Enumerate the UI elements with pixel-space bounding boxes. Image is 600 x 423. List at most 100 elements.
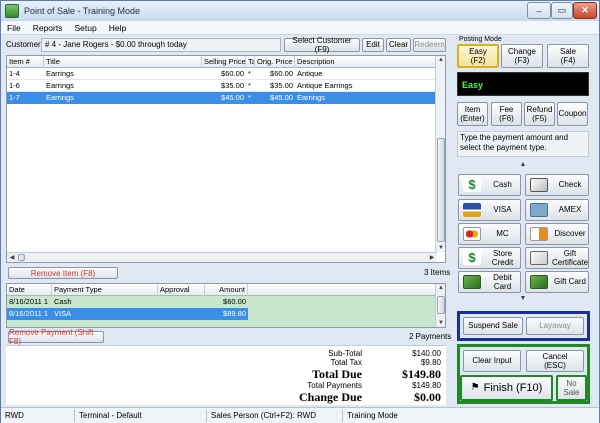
dollar-icon: $ xyxy=(463,251,481,265)
item-price: $60.00 xyxy=(221,69,244,78)
tax-value: $9.80 xyxy=(420,358,441,367)
edit-customer-button[interactable]: Edit xyxy=(362,38,384,52)
app-icon xyxy=(5,4,19,18)
close-button[interactable]: ✕ xyxy=(573,2,597,19)
mastercard-button[interactable]: MC xyxy=(458,223,521,245)
subtotal-value: $140.00 xyxy=(412,349,441,358)
items-vertical-scrollbar[interactable]: ▲ ▼ xyxy=(435,56,445,252)
item-tax: * xyxy=(248,81,251,90)
gift-card-label: Gift Card xyxy=(553,277,586,287)
col-orig-price[interactable]: Orig. Price xyxy=(255,56,295,68)
menu-help[interactable]: Help xyxy=(103,23,132,33)
item-button-key: (Enter) xyxy=(460,114,485,123)
payments-vertical-scrollbar[interactable]: ▲ ▼ xyxy=(435,284,445,327)
col-title[interactable]: Title xyxy=(44,56,202,68)
col-tax[interactable]: Ta xyxy=(246,56,255,68)
table-row[interactable]: 8/16/2011 1 Cash $60.00 xyxy=(7,296,248,308)
change-mode-button[interactable]: Change (F3) xyxy=(501,44,543,68)
table-row-selected[interactable]: 8/16/2011 1 VISA $89.80 xyxy=(7,308,248,320)
payment-amount: $89.80 xyxy=(223,309,246,318)
scroll-thumb[interactable] xyxy=(18,254,25,261)
layaway-button[interactable]: Layaway xyxy=(526,317,584,335)
remove-payment-button[interactable]: Remove Payment (Shift F8) xyxy=(8,328,104,346)
no-sale-button[interactable]: No Sale xyxy=(556,375,587,401)
scroll-thumb[interactable] xyxy=(437,296,445,314)
item-number: 1-4 xyxy=(9,69,20,78)
table-row-selected[interactable]: 1-7 Earrings $45.00 * $45.00 Earrings xyxy=(7,92,437,104)
fee-button[interactable]: Fee (F6) xyxy=(491,102,522,126)
col-selling-price[interactable]: Selling Price xyxy=(202,56,246,68)
scroll-down-icon[interactable]: ▼ xyxy=(518,295,528,302)
cash-button[interactable]: $ Cash xyxy=(458,174,521,196)
sale-mode-button[interactable]: Sale (F4) xyxy=(547,44,589,68)
item-price: $35.00 xyxy=(221,81,244,90)
col-description[interactable]: Description xyxy=(295,56,437,68)
totals-panel: Sub-Total $140.00 Total Tax $9.80 Total … xyxy=(6,345,446,405)
minimize-button[interactable]: – xyxy=(527,2,551,19)
mc-label: MC xyxy=(496,229,509,239)
clear-input-button[interactable]: Clear Input xyxy=(463,350,521,372)
scroll-up-icon[interactable]: ▲ xyxy=(518,161,528,168)
col-approval[interactable]: Approval xyxy=(158,284,205,296)
scroll-down-icon[interactable]: ▼ xyxy=(436,320,445,326)
visa-button[interactable]: VISA xyxy=(458,199,521,221)
sale-mode-key: (F4) xyxy=(560,56,576,65)
payments-grid: Date Payment Type Approval Amount 8/16/2… xyxy=(6,283,446,328)
table-row[interactable]: 1-6 Earrings $35.00 * $35.00 Antique Ear… xyxy=(7,80,437,92)
window-title: Point of Sale - Training Mode xyxy=(24,6,141,16)
scroll-up-icon[interactable]: ▲ xyxy=(436,57,445,63)
fee-button-key: (F6) xyxy=(499,114,514,123)
status-bar: RWD Terminal - Default Sales Person (Ctr… xyxy=(1,407,599,423)
amex-label: AMEX xyxy=(558,205,582,215)
suspend-group: Suspend Sale Layaway xyxy=(457,311,590,341)
amex-button[interactable]: AMEX xyxy=(525,199,589,221)
customer-field[interactable]: # 4 - Jane Rogers - $0.00 through today xyxy=(41,38,281,52)
change-due-label: Change Due xyxy=(298,390,362,404)
change-mode-label: Change xyxy=(507,46,537,56)
payment-date: 8/16/2011 1 xyxy=(9,297,49,306)
col-item[interactable]: Item # xyxy=(7,56,44,68)
col-payment-type[interactable]: Payment Type xyxy=(52,284,158,296)
table-row[interactable]: 1-4 Earrings $60.00 * $60.00 Antique xyxy=(7,68,437,80)
suspend-sale-button[interactable]: Suspend Sale xyxy=(463,317,523,335)
posting-mode-label: Posting Mode xyxy=(459,36,502,43)
payment-date: 8/16/2011 1 xyxy=(9,309,49,318)
debit-card-line2: Card xyxy=(493,282,512,291)
menu-file[interactable]: File xyxy=(1,23,27,33)
scroll-down-icon[interactable]: ▼ xyxy=(436,245,445,251)
discover-button[interactable]: Discover xyxy=(525,223,589,245)
title-bar: Point of Sale - Training Mode – ▭ ✕ xyxy=(1,1,599,21)
menu-reports[interactable]: Reports xyxy=(27,23,69,33)
coupon-button[interactable]: Coupon xyxy=(557,102,588,126)
customer-label: Customer xyxy=(6,40,41,49)
cancel-button[interactable]: Cancel (ESC) xyxy=(526,350,584,372)
col-date[interactable]: Date xyxy=(7,284,52,296)
total-payments-value: $149.80 xyxy=(412,381,441,390)
item-button[interactable]: Item (Enter) xyxy=(457,102,488,126)
check-button[interactable]: Check xyxy=(525,174,589,196)
select-customer-button[interactable]: Select Customer (F9) xyxy=(284,36,360,54)
redeem-button[interactable]: Redeem xyxy=(413,38,446,52)
remove-item-button[interactable]: Remove Item (F8) xyxy=(8,267,118,279)
finish-button[interactable]: ⚑ Finish (F10) xyxy=(460,375,553,401)
menu-setup[interactable]: Setup xyxy=(68,23,102,33)
scroll-thumb[interactable] xyxy=(437,138,445,242)
col-amount[interactable]: Amount xyxy=(205,284,248,296)
gift-certificate-button[interactable]: Gift Certificate xyxy=(525,247,589,269)
total-due-value: $149.80 xyxy=(402,367,441,381)
items-horizontal-scrollbar[interactable]: ◀ ▶ xyxy=(7,252,437,262)
instruction-text: Type the payment amount and select the p… xyxy=(457,131,589,157)
scroll-right-icon[interactable]: ▶ xyxy=(427,254,437,261)
debit-card-button[interactable]: Debit Card xyxy=(458,271,521,293)
maximize-button[interactable]: ▭ xyxy=(551,2,573,19)
easy-mode-button[interactable]: Easy (F2) xyxy=(457,44,499,68)
clear-customer-button[interactable]: Clear xyxy=(386,38,411,52)
status-salesperson[interactable]: Sales Person (Ctrl+F2): RWD xyxy=(207,409,343,422)
status-terminal: Terminal - Default xyxy=(75,409,207,422)
refund-button[interactable]: Refund (F5) xyxy=(524,102,555,126)
debit-card-label: Debit Card xyxy=(485,273,520,291)
scroll-left-icon[interactable]: ◀ xyxy=(7,254,17,261)
store-credit-button[interactable]: $ Store Credit xyxy=(458,247,521,269)
scroll-up-icon[interactable]: ▲ xyxy=(436,285,445,291)
gift-card-button[interactable]: Gift Card xyxy=(525,271,589,293)
